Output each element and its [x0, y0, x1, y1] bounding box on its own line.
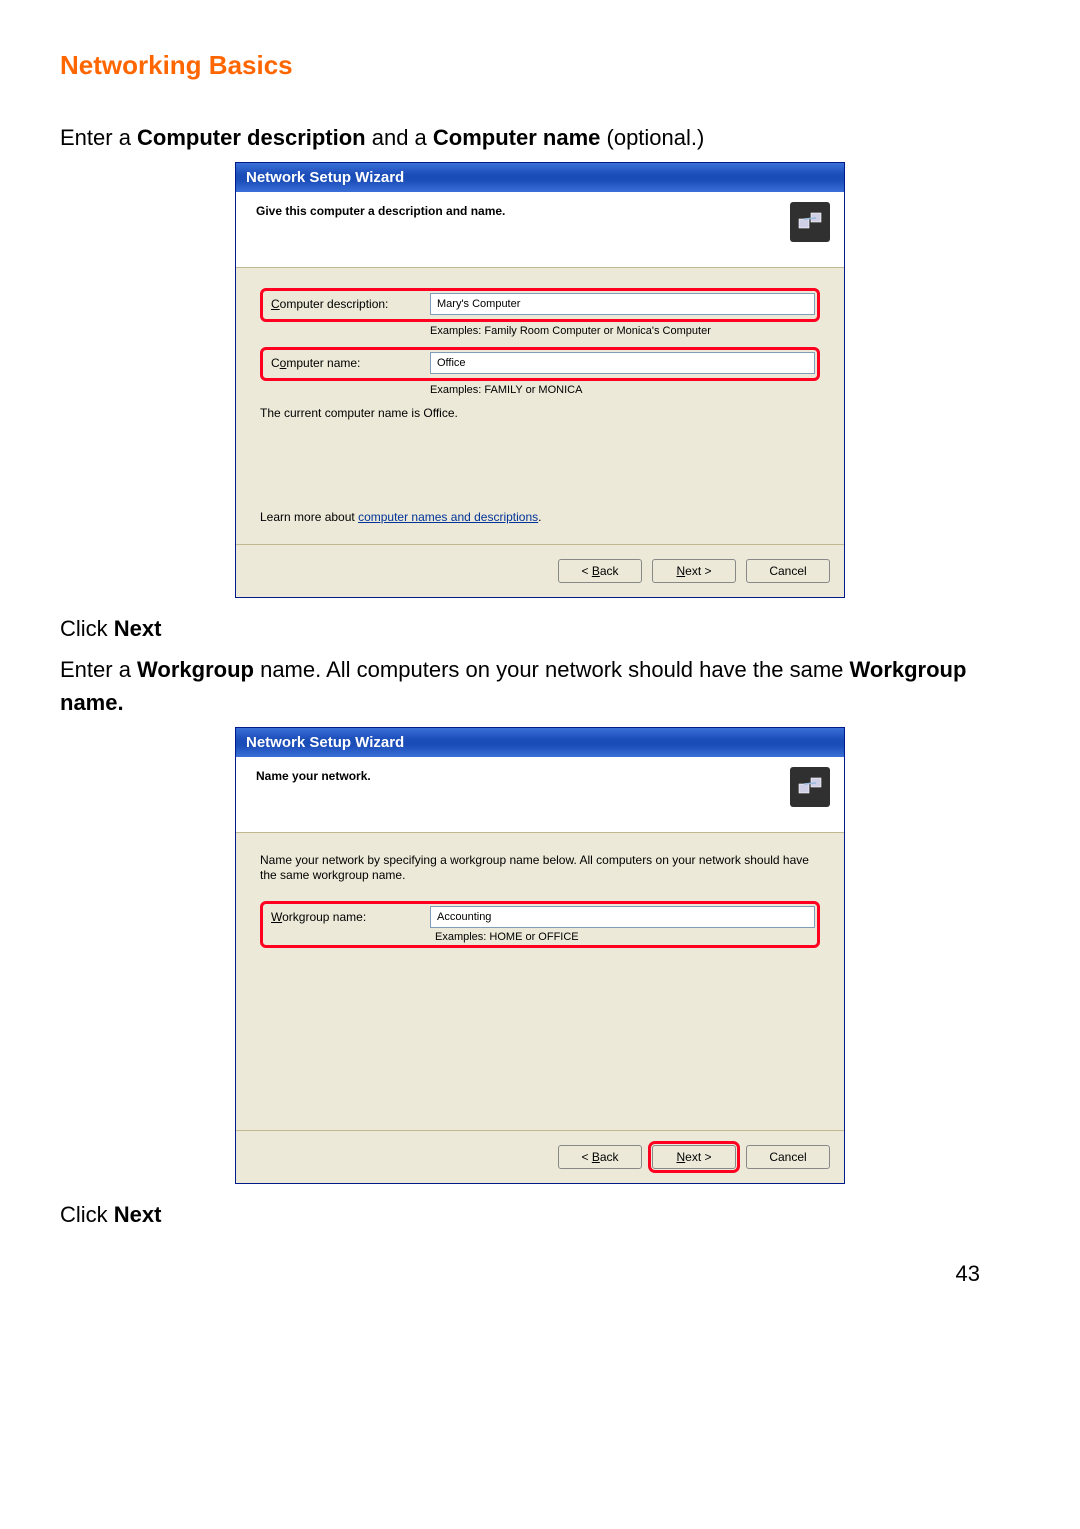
learn-prefix: Learn more about	[260, 510, 358, 524]
dialog-body: Computer description: Examples: Family R…	[236, 268, 844, 545]
instruction-2: Enter a Workgroup name. All computers on…	[60, 653, 1020, 719]
next-button[interactable]: Next >	[652, 559, 736, 583]
text-bold: Next	[114, 616, 162, 641]
dialog-header-text: Give this computer a description and nam…	[256, 202, 505, 218]
dialog-titlebar: Network Setup Wizard	[236, 728, 844, 757]
next-button[interactable]: Next >	[652, 1145, 736, 1169]
computer-name-label: Computer name:	[265, 354, 430, 372]
cancel-button[interactable]: Cancel	[746, 559, 830, 583]
computer-description-hint: Examples: Family Room Computer or Monica…	[430, 324, 711, 337]
text-part: name. All computers on your network shou…	[254, 657, 850, 682]
dialog-body: Name your network by specifying a workgr…	[236, 833, 844, 1131]
learn-more-link[interactable]: computer names and descriptions	[358, 510, 538, 524]
learn-more-line: Learn more about computer names and desc…	[260, 510, 820, 524]
back-button[interactable]: < Back	[558, 1145, 642, 1169]
workgroup-name-label: Workgroup name:	[265, 908, 430, 926]
text-part: (optional.)	[600, 125, 704, 150]
label-text: omputer description:	[280, 297, 389, 311]
network-icon	[790, 767, 830, 807]
click-next-2: Click Next	[60, 1198, 1020, 1231]
learn-suffix: .	[538, 510, 541, 524]
cancel-button[interactable]: Cancel	[746, 1145, 830, 1169]
workgroup-instruction-text: Name your network by specifying a workgr…	[260, 853, 820, 883]
instruction-1: Enter a Computer description and a Compu…	[60, 121, 1020, 154]
network-wizard-dialog-2: Network Setup Wizard Name your network. …	[235, 727, 845, 1184]
workgroup-name-hint: Examples: HOME or OFFICE	[435, 930, 579, 943]
highlight-name-row: Computer name:	[260, 347, 820, 381]
click-next-1: Click Next	[60, 612, 1020, 645]
text-part: Click	[60, 616, 114, 641]
text-bold: Next	[114, 1202, 162, 1227]
computer-name-hint: Examples: FAMILY or MONICA	[430, 383, 582, 396]
computer-description-label: Computer description:	[265, 295, 430, 313]
network-wizard-dialog-1: Network Setup Wizard Give this computer …	[235, 162, 845, 598]
current-computer-name-text: The current computer name is Office.	[260, 406, 820, 420]
text-part: Enter a	[60, 657, 137, 682]
text-bold: Computer description	[137, 125, 366, 150]
text-bold: Workgroup	[137, 657, 254, 682]
text-bold: Computer name	[433, 125, 600, 150]
dialog-titlebar: Network Setup Wizard	[236, 163, 844, 192]
page-number: 43	[60, 1261, 1020, 1287]
back-button[interactable]: < Back	[558, 559, 642, 583]
dialog-footer: < Back Next > Cancel	[236, 1131, 844, 1183]
text-part: Enter a	[60, 125, 137, 150]
highlight-workgroup-row: Workgroup name: Examples: HOME or OFFICE	[260, 901, 820, 948]
workgroup-name-input[interactable]	[430, 906, 815, 928]
text-part: and a	[366, 125, 433, 150]
computer-description-input[interactable]	[430, 293, 815, 315]
dialog-header-text: Name your network.	[256, 767, 371, 783]
dialog-footer: < Back Next > Cancel	[236, 545, 844, 597]
computer-name-input[interactable]	[430, 352, 815, 374]
text-part: Click	[60, 1202, 114, 1227]
dialog-header: Name your network.	[236, 757, 844, 833]
dialog-header: Give this computer a description and nam…	[236, 192, 844, 268]
network-icon	[790, 202, 830, 242]
page-title: Networking Basics	[60, 50, 1020, 81]
highlight-desc-row: Computer description:	[260, 288, 820, 322]
